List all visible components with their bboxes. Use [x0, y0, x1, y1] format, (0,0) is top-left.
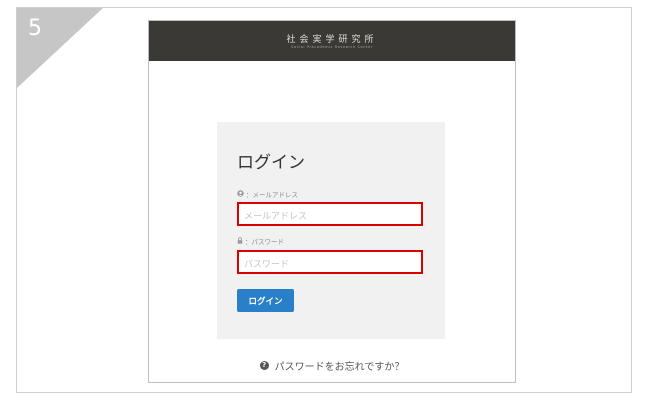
site-header: 社会実学研究所 Social Pracademic Research Cente…	[149, 21, 515, 61]
step-number: 5	[28, 16, 42, 41]
email-input[interactable]	[239, 207, 421, 227]
browser-viewport: 社会実学研究所 Social Pracademic Research Cente…	[148, 20, 516, 383]
login-panel: ログイン ：メールアドレス ：パスワード	[217, 122, 445, 339]
site-logo-jp[interactable]: 社会実学研究所	[149, 32, 515, 45]
email-field-highlight	[237, 202, 423, 227]
forgot-password-link[interactable]: ? パスワードをお忘れですか？	[149, 358, 515, 373]
login-button[interactable]: ログイン	[237, 289, 294, 312]
password-input[interactable]	[239, 255, 421, 275]
login-title: ログイン	[237, 153, 305, 173]
lock-icon	[237, 236, 243, 246]
user-circle-icon	[237, 189, 244, 199]
password-label-text: ：パスワード	[245, 238, 284, 246]
email-label: ：メールアドレス	[237, 189, 298, 199]
password-field-highlight	[237, 250, 423, 275]
password-label: ：パスワード	[237, 236, 284, 246]
question-circle-icon: ?	[259, 361, 269, 370]
email-label-text: ：メールアドレス	[246, 191, 298, 199]
site-logo-en: Social Pracademic Research Center	[291, 45, 373, 49]
forgot-password-text: パスワードをお忘れですか？	[274, 362, 405, 373]
